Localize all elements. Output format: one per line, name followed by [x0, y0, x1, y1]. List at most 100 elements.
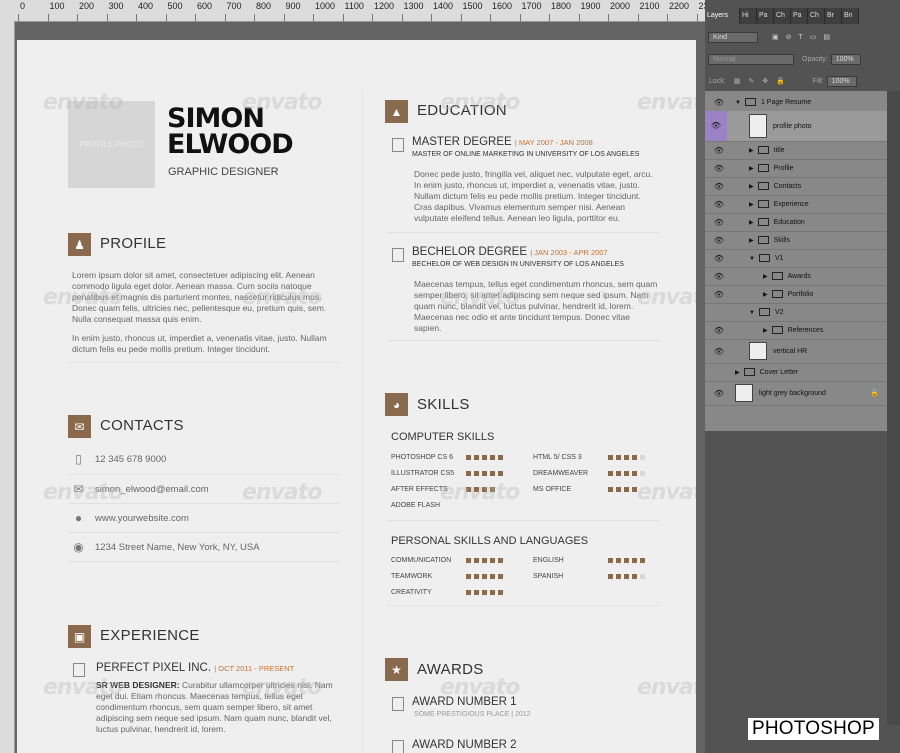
- expand-arrow-icon[interactable]: ▶: [749, 183, 754, 190]
- panel-tab[interactable]: Layers: [705, 8, 740, 24]
- lock-label: Lock:: [709, 77, 726, 85]
- last-name: ELWOOD: [167, 129, 294, 160]
- opacity-input[interactable]: 100%: [830, 53, 861, 65]
- ruler-tick: [136, 14, 137, 21]
- map-pin-icon: ◉: [73, 540, 84, 554]
- diploma-icon: [392, 138, 404, 152]
- layer-row[interactable]: 👁 ▶ Portfolio: [705, 285, 887, 304]
- panel-tab[interactable]: Ch: [774, 8, 791, 24]
- visibility-eye-icon[interactable]: 👁: [713, 146, 725, 155]
- award-name-2: AWARD NUMBER 2: [412, 739, 517, 751]
- layer-row[interactable]: 👁 ▶ Skills: [705, 231, 887, 250]
- layer-label: light grey background: [759, 389, 826, 397]
- degree-school-2: BECHELOR OF WEB DESIGN IN UNIVERSITY OF …: [412, 261, 624, 268]
- visibility-eye-icon[interactable]: 👁: [713, 98, 725, 107]
- ruler-label: 1200: [374, 1, 395, 11]
- expand-arrow-icon[interactable]: ▶: [749, 147, 754, 154]
- visibility-eye-icon[interactable]: 👁: [713, 326, 725, 335]
- panel-tab[interactable]: Hi: [740, 8, 757, 24]
- ruler-tick: [342, 14, 344, 21]
- layer-row[interactable]: 👁 ▶ Experience: [705, 195, 887, 214]
- skill-name: HTML 5/ CSS 3: [533, 454, 582, 461]
- visibility-eye-icon[interactable]: 👁: [713, 272, 725, 281]
- folder-icon: [743, 368, 755, 376]
- skill-row: ILLUSTRATOR CS5: [391, 470, 503, 477]
- envato-watermark: envato: [242, 285, 322, 310]
- skill-dot: [640, 471, 645, 476]
- skill-dot: [474, 590, 479, 595]
- visibility-eye-icon[interactable]: 👁: [713, 236, 725, 245]
- skill-level: [466, 470, 503, 477]
- layer-row[interactable]: 👁 ▼ 1 Page Resume: [705, 93, 887, 112]
- expand-arrow-icon[interactable]: ▶: [749, 165, 754, 172]
- expand-arrow-icon[interactable]: ▶: [735, 369, 740, 376]
- layer-label: Awards: [787, 272, 811, 280]
- lock-row: Lock: ▦✎✥🔒 Fill: 100%: [705, 70, 900, 92]
- visibility-eye-icon[interactable]: 👁: [705, 111, 727, 141]
- expand-arrow-icon[interactable]: ▼: [749, 310, 755, 316]
- visibility-eye-icon[interactable]: 👁: [713, 290, 725, 299]
- layer-row[interactable]: ▼ V2: [705, 303, 887, 322]
- filter-icons[interactable]: ▣⊘T▭▤: [772, 33, 837, 41]
- layer-name: ▶ Experience: [749, 200, 809, 208]
- visibility-eye-icon[interactable]: 👁: [713, 218, 725, 227]
- layer-row[interactable]: 👁 ▶ Profile: [705, 159, 887, 178]
- skill-dot: [608, 574, 613, 579]
- layer-row[interactable]: 👁 ▶ Education: [705, 213, 887, 232]
- expand-arrow-icon[interactable]: ▶: [763, 291, 768, 298]
- skill-dot: [608, 471, 613, 476]
- skill-name: ENGLISH: [533, 557, 564, 564]
- skill-row: CREATIVITY: [391, 589, 503, 596]
- layer-row[interactable]: 👁 ▶ Awards: [705, 267, 887, 286]
- layer-row[interactable]: 👁 ▶ References: [705, 321, 887, 340]
- expand-arrow-icon[interactable]: ▶: [749, 237, 754, 244]
- contacts-title: CONTACTS: [100, 417, 184, 434]
- layer-name: ▼ V2: [749, 308, 784, 316]
- ruler-label: 100: [49, 1, 65, 11]
- expand-arrow-icon[interactable]: ▶: [749, 219, 754, 226]
- layer-name: ▼ 1 Page Resume: [735, 98, 811, 106]
- visibility-eye-icon[interactable]: 👁: [713, 389, 725, 398]
- layer-row[interactable]: 👁 ▶ Contacts: [705, 177, 887, 196]
- skill-row: DREAMWEAVER: [533, 470, 645, 477]
- panel-tab[interactable]: Pa: [791, 8, 808, 24]
- visibility-eye-icon[interactable]: 👁: [713, 182, 725, 191]
- layer-row[interactable]: 👁 light grey background 🔒: [705, 381, 887, 406]
- degree-date-2: | JAN 2003 - APR 2007: [530, 248, 608, 257]
- layer-row[interactable]: 👁 ▼ V1: [705, 249, 887, 268]
- panel-tab[interactable]: Br: [825, 8, 842, 24]
- visibility-eye-icon[interactable]: 👁: [713, 347, 725, 356]
- layer-row[interactable]: ▶ Cover Letter: [705, 363, 887, 382]
- ruler-label: 0: [20, 1, 26, 11]
- expand-arrow-icon[interactable]: ▼: [749, 256, 755, 262]
- panel-tab[interactable]: Pa: [757, 8, 774, 24]
- visibility-eye-icon[interactable]: 👁: [713, 200, 725, 209]
- ruler-label: 1800: [551, 1, 572, 11]
- lock-icons[interactable]: ▦✎✥🔒: [734, 77, 793, 85]
- panel-tab[interactable]: Ch: [808, 8, 825, 24]
- fill-input[interactable]: 100%: [826, 75, 857, 87]
- divider: [68, 532, 340, 533]
- layers-scrollbar[interactable]: [887, 91, 900, 741]
- layer-row[interactable]: 👁 ▶ title: [705, 141, 887, 160]
- kind-filter-select[interactable]: Kind: [708, 31, 758, 43]
- filter-row: Kind ▣⊘T▭▤: [705, 26, 900, 48]
- expand-arrow-icon[interactable]: ▼: [735, 100, 741, 106]
- skill-dot: [482, 558, 487, 563]
- layer-row[interactable]: 👁 vertical HR: [705, 339, 887, 364]
- visibility-eye-icon[interactable]: 👁: [713, 164, 725, 173]
- expand-arrow-icon[interactable]: ▶: [763, 273, 768, 280]
- layer-label: 1 Page Resume: [760, 98, 812, 106]
- ruler-tick: [637, 14, 639, 21]
- divider: [387, 340, 659, 341]
- panel-tab[interactable]: Bn: [842, 8, 859, 24]
- expand-arrow-icon[interactable]: ▶: [749, 201, 754, 208]
- skill-level: [608, 573, 645, 580]
- skill-dot: [482, 471, 487, 476]
- degree-name-2: BECHELOR DEGREE: [412, 246, 528, 258]
- visibility-eye-icon[interactable]: 👁: [713, 254, 725, 263]
- blend-mode-select[interactable]: Normal: [708, 53, 794, 65]
- expand-arrow-icon[interactable]: ▶: [763, 327, 768, 334]
- layer-row[interactable]: 👁 profile photo: [705, 111, 887, 142]
- medal-icon: [392, 740, 404, 753]
